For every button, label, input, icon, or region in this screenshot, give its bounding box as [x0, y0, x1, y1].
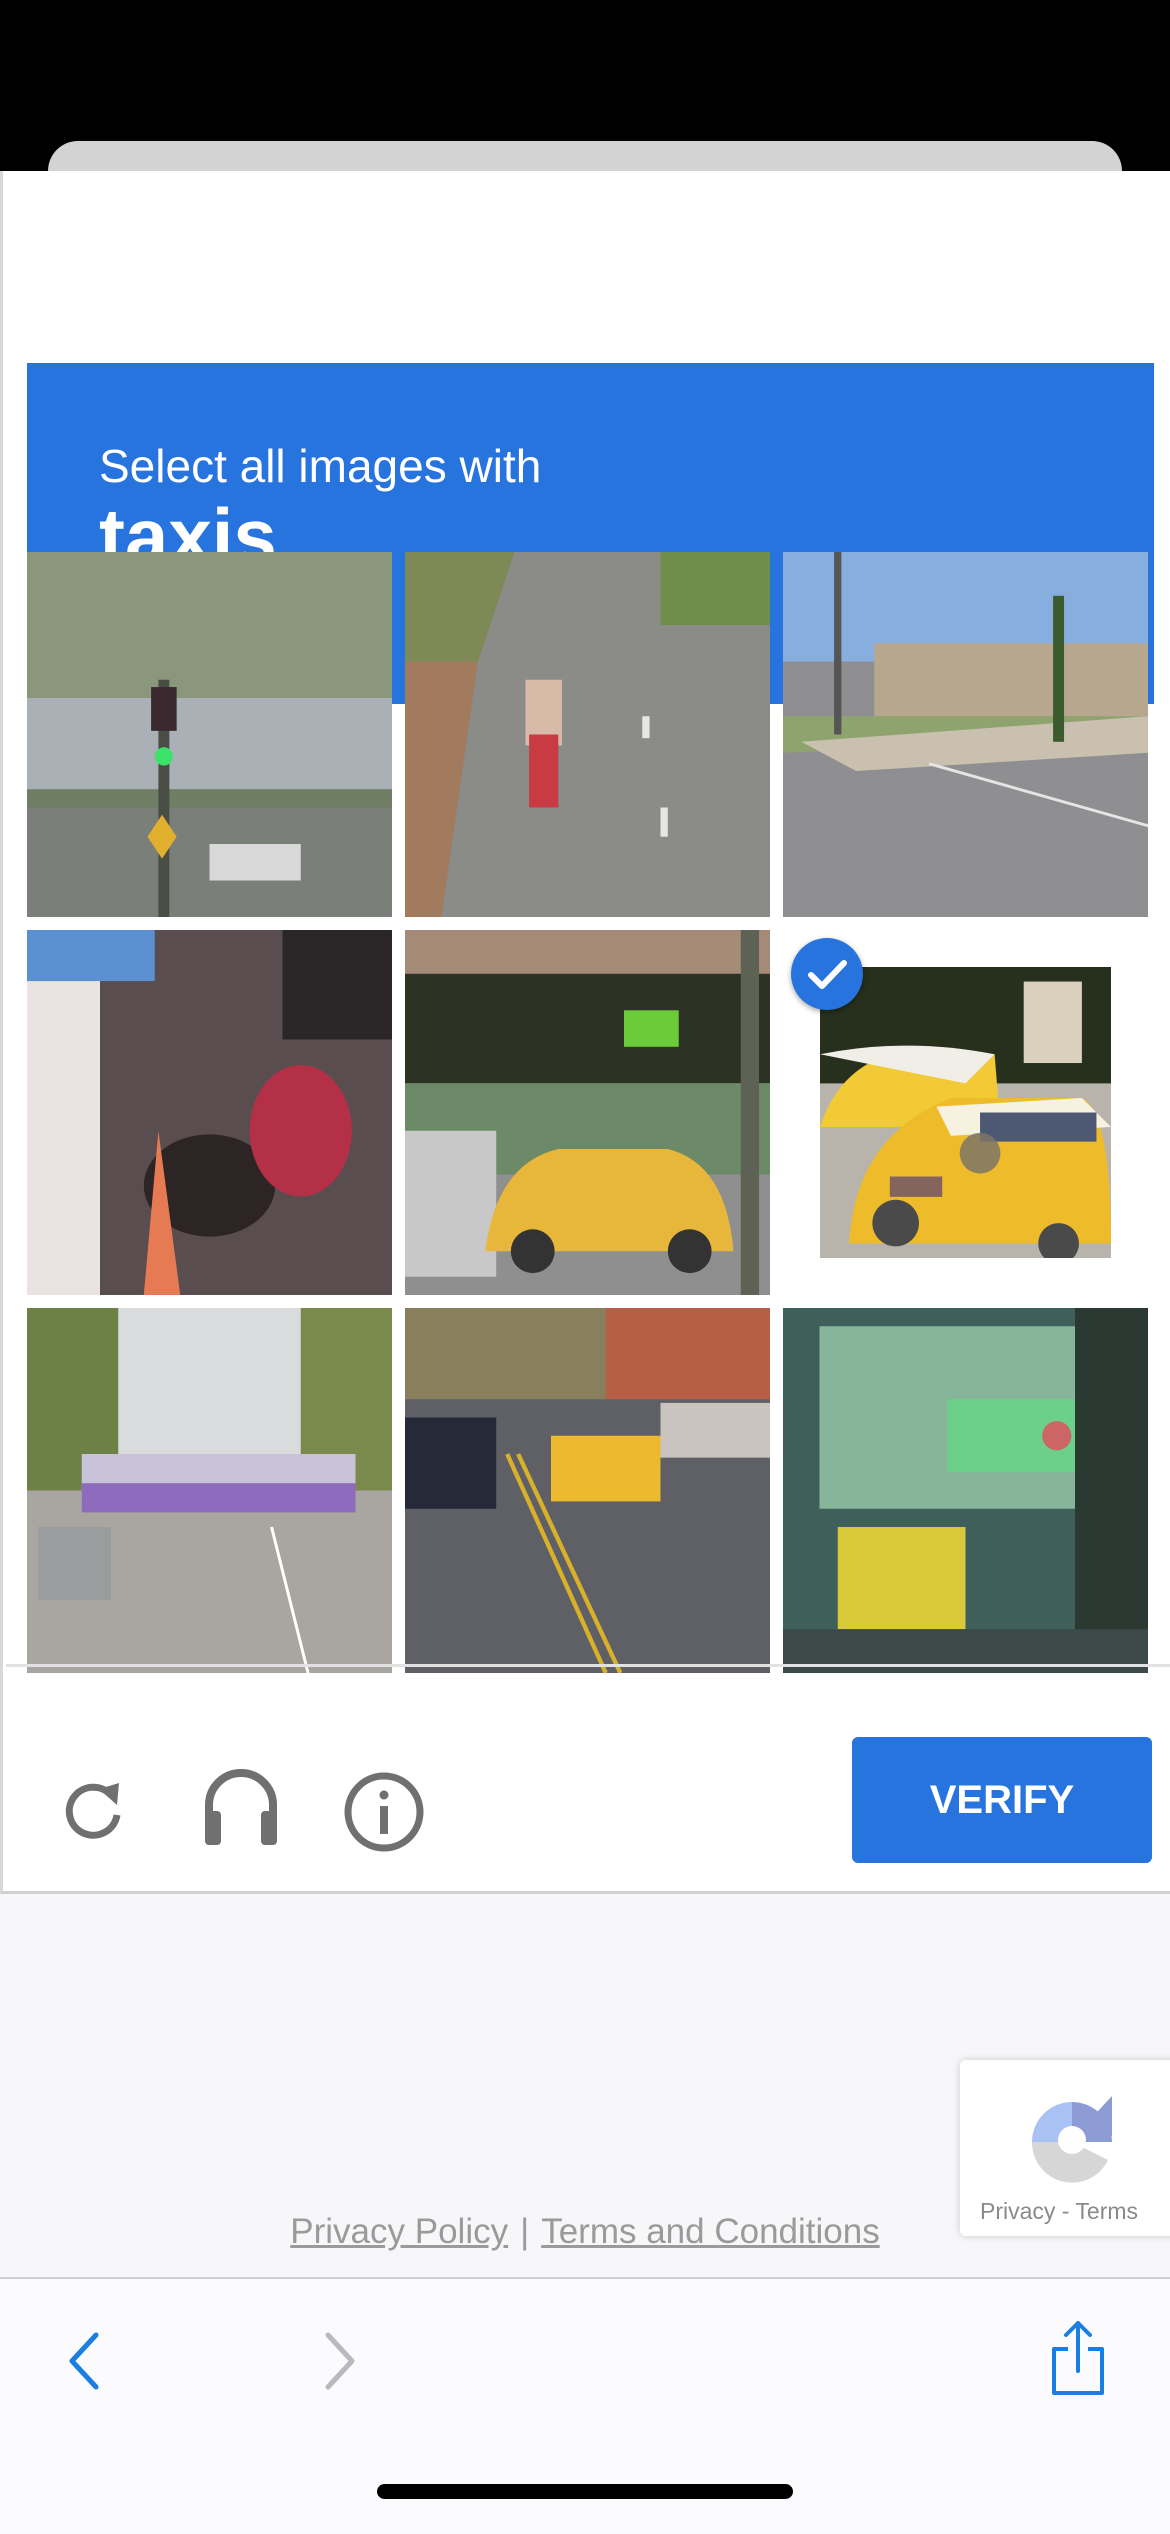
tile-image — [27, 552, 392, 917]
tile-image — [405, 1308, 770, 1673]
image-tile-9[interactable] — [783, 1308, 1148, 1673]
verify-button[interactable]: VERIFY — [852, 1737, 1152, 1863]
forward-chevron-icon[interactable] — [320, 2331, 360, 2391]
image-tile-7[interactable] — [27, 1308, 392, 1673]
headphones-icon[interactable] — [201, 1767, 281, 1849]
footer-links: Privacy Policy | Terms and Conditions — [0, 2212, 1170, 2252]
tile-image — [27, 1308, 392, 1673]
recaptcha-logo-icon — [1031, 2096, 1112, 2183]
recaptcha-badge: Privacy - Terms — [960, 2060, 1170, 2236]
image-tile-8[interactable] — [405, 1308, 770, 1673]
image-tile-2[interactable] — [405, 552, 770, 917]
selected-checkmark-icon — [791, 938, 863, 1010]
share-icon[interactable] — [1046, 2319, 1110, 2399]
tile-image — [783, 552, 1148, 917]
terms-and-conditions-link[interactable]: Terms and Conditions — [541, 2212, 880, 2251]
back-chevron-icon[interactable] — [64, 2331, 104, 2391]
image-tile-4[interactable] — [27, 930, 392, 1295]
info-icon[interactable] — [343, 1771, 425, 1853]
prompt-text: Select all images with — [99, 440, 542, 492]
recaptcha-challenge: Select all images with taxis VERIFY — [0, 171, 1170, 1894]
footer-separator: | — [520, 2212, 530, 2251]
image-tile-5[interactable] — [405, 930, 770, 1295]
reload-challenge-icon[interactable] — [59, 1775, 129, 1845]
controls-divider — [6, 1664, 1170, 1667]
image-tile-6[interactable] — [783, 930, 1148, 1295]
image-tile-1[interactable] — [27, 552, 392, 917]
tile-image — [405, 930, 770, 1295]
tile-image — [783, 1308, 1148, 1673]
image-tile-3[interactable] — [783, 552, 1148, 917]
privacy-policy-link[interactable]: Privacy Policy — [290, 2212, 508, 2251]
tile-image — [820, 967, 1111, 1258]
tile-image — [405, 552, 770, 917]
tile-image — [27, 930, 392, 1295]
home-indicator — [377, 2484, 793, 2499]
